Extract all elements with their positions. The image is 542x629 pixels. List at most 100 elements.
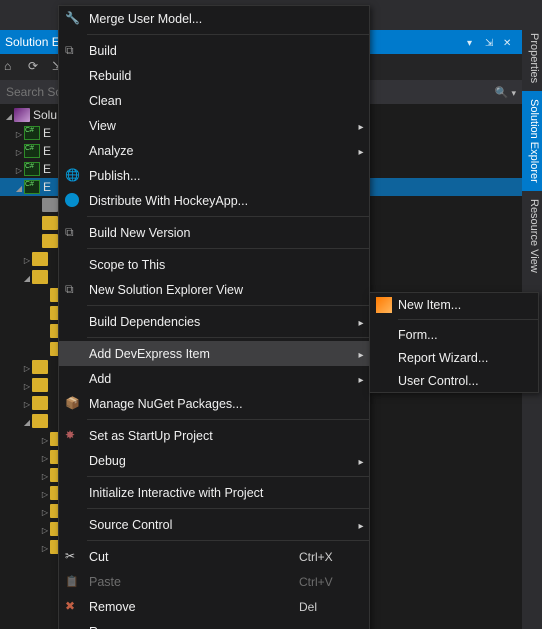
menu-item-publish[interactable]: Publish...: [59, 163, 369, 188]
menu-item-add-devexpress-item[interactable]: Add DevExpress Item: [59, 341, 369, 366]
folder-icon: [32, 360, 48, 374]
refresh-icon[interactable]: ⟳: [28, 59, 44, 75]
submenu-item-user-control[interactable]: User Control...: [370, 369, 538, 392]
window-position-icon[interactable]: [467, 35, 481, 49]
tree-label: E: [43, 180, 51, 194]
menu-item-analyze[interactable]: Analyze: [59, 138, 369, 163]
tree-label: E: [43, 144, 51, 158]
expander-icon[interactable]: [14, 162, 24, 176]
csharp-project-icon: [24, 180, 40, 194]
csharp-project-icon: [24, 144, 40, 158]
menu-separator: [87, 540, 369, 541]
expander-icon[interactable]: [22, 396, 32, 410]
tree-label: E: [43, 126, 51, 140]
submenu-item-new-item[interactable]: New Item...: [370, 293, 538, 316]
folder-icon: [32, 270, 48, 284]
expander-icon[interactable]: [22, 360, 32, 374]
menu-separator: [87, 508, 369, 509]
expander-icon[interactable]: [14, 180, 24, 194]
menu-separator: [87, 419, 369, 420]
tab-resource-view[interactable]: Resource View: [522, 191, 542, 281]
menu-item-add[interactable]: Add: [59, 366, 369, 391]
menu-item-manage-nuget[interactable]: Manage NuGet Packages...: [59, 391, 369, 416]
paste-icon: [65, 574, 81, 590]
project-context-menu: Merge User Model... Build Rebuild Clean …: [58, 5, 370, 629]
globe-icon: [65, 168, 81, 184]
folder-icon: [32, 378, 48, 392]
tree-label: Solu: [33, 108, 57, 122]
expander-icon[interactable]: [40, 450, 50, 464]
csharp-project-icon: [24, 126, 40, 140]
close-icon[interactable]: [503, 35, 517, 49]
menu-separator: [398, 319, 538, 320]
menu-item-distribute-hockeyapp[interactable]: Distribute With HockeyApp...: [59, 188, 369, 213]
menu-item-new-solution-explorer-view[interactable]: New Solution Explorer View: [59, 277, 369, 302]
remove-icon: [65, 599, 81, 615]
submenu-arrow-icon: [353, 144, 369, 158]
references-icon: [42, 198, 58, 212]
tree-label: E: [43, 162, 51, 176]
home-icon[interactable]: ⌂: [4, 59, 20, 75]
menu-separator: [87, 216, 369, 217]
menu-item-build[interactable]: Build: [59, 38, 369, 63]
expander-icon[interactable]: [40, 522, 50, 536]
menu-item-clean[interactable]: Clean: [59, 88, 369, 113]
menu-item-build-new-version[interactable]: Build New Version: [59, 220, 369, 245]
expander-icon[interactable]: [40, 504, 50, 518]
expander-icon[interactable]: [22, 270, 32, 284]
menu-item-source-control[interactable]: Source Control: [59, 512, 369, 537]
menu-item-rename[interactable]: Rename: [59, 619, 369, 629]
menu-item-cut[interactable]: CutCtrl+X: [59, 544, 369, 569]
menu-item-set-as-startup[interactable]: Set as StartUp Project: [59, 423, 369, 448]
submenu-arrow-icon: [353, 454, 369, 468]
new-view-icon: [65, 282, 81, 298]
expander-icon[interactable]: [4, 108, 14, 122]
folder-icon: [32, 252, 48, 266]
folder-icon: [42, 216, 58, 230]
build-icon: [65, 43, 81, 59]
submenu-item-report-wizard[interactable]: Report Wizard...: [370, 346, 538, 369]
search-icon[interactable]: [495, 85, 509, 99]
expander-icon[interactable]: [22, 252, 32, 266]
shortcut-label: Ctrl+X: [299, 550, 369, 564]
expander-icon[interactable]: [40, 540, 50, 554]
menu-item-debug[interactable]: Debug: [59, 448, 369, 473]
folder-icon: [32, 396, 48, 410]
expander-icon[interactable]: [40, 432, 50, 446]
submenu-arrow-icon: [353, 518, 369, 532]
menu-item-rebuild[interactable]: Rebuild: [59, 63, 369, 88]
menu-item-build-dependencies[interactable]: Build Dependencies: [59, 309, 369, 334]
wrench-icon: [65, 11, 81, 27]
menu-item-remove[interactable]: RemoveDel: [59, 594, 369, 619]
menu-separator: [87, 248, 369, 249]
menu-item-initialize-interactive[interactable]: Initialize Interactive with Project: [59, 480, 369, 505]
pin-icon[interactable]: [485, 35, 499, 49]
nuget-icon: [65, 396, 81, 412]
folder-icon: [32, 414, 48, 428]
submenu-item-form[interactable]: Form...: [370, 323, 538, 346]
tab-solution-explorer[interactable]: Solution Explorer: [522, 91, 542, 191]
menu-separator: [87, 34, 369, 35]
cut-icon: [65, 549, 81, 565]
devexpress-icon: [376, 297, 392, 313]
expander-icon[interactable]: [14, 126, 24, 140]
tab-properties[interactable]: Properties: [522, 25, 542, 91]
submenu-arrow-icon: [353, 119, 369, 133]
menu-item-merge-user-model[interactable]: Merge User Model...: [59, 6, 369, 31]
solution-icon: [14, 108, 30, 122]
folder-icon: [42, 234, 58, 248]
expander-icon[interactable]: [22, 378, 32, 392]
build-new-version-icon: [65, 225, 81, 241]
expander-icon[interactable]: [40, 486, 50, 500]
shortcut-label: Del: [299, 600, 369, 614]
search-options-icon[interactable]: [508, 85, 516, 99]
expander-icon[interactable]: [22, 414, 32, 428]
submenu-arrow-icon: [353, 315, 369, 329]
startup-icon: [65, 428, 81, 444]
devexpress-submenu: New Item... Form... Report Wizard... Use…: [369, 292, 539, 393]
menu-item-paste: PasteCtrl+V: [59, 569, 369, 594]
expander-icon[interactable]: [14, 144, 24, 158]
menu-item-view[interactable]: View: [59, 113, 369, 138]
expander-icon[interactable]: [40, 468, 50, 482]
menu-item-scope-to-this[interactable]: Scope to This: [59, 252, 369, 277]
